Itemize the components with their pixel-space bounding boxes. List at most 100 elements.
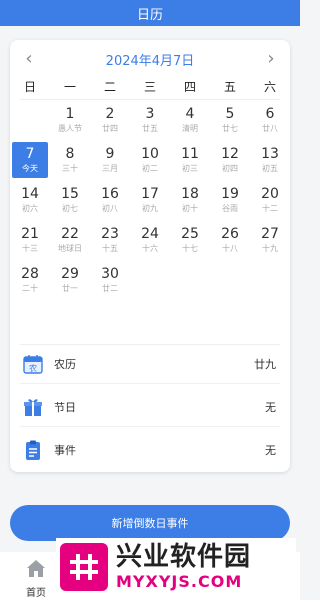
day-number: 14 (21, 186, 39, 202)
day-cell[interactable]: 22 地球日 (52, 222, 88, 258)
page-title: 日历 (136, 7, 163, 23)
day-cell[interactable]: 2 廿四 (92, 102, 128, 138)
weekday-label: 二 (103, 80, 116, 94)
day-cell[interactable]: 23 十五 (92, 222, 128, 258)
watermark-en: MYXYJS.COM (116, 572, 243, 591)
day-cell[interactable]: 18 初十 (172, 182, 208, 218)
add-countdown-event-button[interactable]: 新增倒数日事件 (10, 505, 290, 541)
info-label: 农历 (54, 358, 76, 371)
info-row-festival[interactable]: 节日 无 (20, 390, 280, 424)
calendar-card: ‹ 2024年4月7日 › 日 一 二 三 四 五 六 1 愚人节 2 廿四 3 廿五 4 清… (10, 40, 290, 472)
day-number: 17 (141, 186, 159, 202)
month-header: ‹ 2024年4月7日 › (10, 48, 290, 70)
day-lunar-label: 十二 (262, 204, 278, 213)
weekday-label: 日 (23, 80, 36, 94)
day-cell[interactable]: 16 初八 (92, 182, 128, 218)
day-number: 25 (181, 226, 199, 242)
chevron-right-icon[interactable]: › (260, 48, 282, 70)
day-lunar-label: 廿八 (262, 124, 278, 133)
day-lunar-label: 地球日 (58, 244, 82, 253)
weekday-label: 五 (223, 80, 236, 94)
day-cell[interactable]: 13 初五 (252, 142, 288, 178)
info-row-lunar[interactable]: 农 农历 廿九 (20, 347, 280, 381)
day-cell[interactable]: 5 廿七 (212, 102, 248, 138)
day-lunar-label: 廿七 (222, 124, 238, 133)
gift-icon (24, 399, 42, 416)
day-lunar-label: 十五 (102, 244, 118, 253)
nav-home-tab[interactable]: 首页 (18, 558, 54, 599)
day-number: 10 (141, 146, 159, 162)
home-icon (27, 560, 45, 577)
day-cell[interactable]: 17 初九 (132, 182, 168, 218)
nav-home-label: 首页 (26, 588, 46, 599)
day-cell[interactable]: 21 十三 (12, 222, 48, 258)
day-cell[interactable]: 24 十六 (132, 222, 168, 258)
day-cell[interactable]: 9 三月 (92, 142, 128, 178)
day-cell[interactable]: 6 廿八 (252, 102, 288, 138)
divider (20, 344, 280, 345)
day-lunar-label: 十七 (182, 244, 198, 253)
day-lunar-label: 初八 (102, 204, 118, 213)
day-cell[interactable]: 4 清明 (172, 102, 208, 138)
info-label: 节日 (54, 401, 76, 414)
day-cell[interactable]: 20 十二 (252, 182, 288, 218)
day-cell[interactable]: 30 廿二 (92, 262, 128, 298)
day-number: 18 (181, 186, 199, 202)
day-lunar-label: 廿五 (142, 124, 158, 133)
info-value: 无 (265, 444, 276, 457)
day-cell[interactable]: 15 初七 (52, 182, 88, 218)
day-lunar-label: 清明 (182, 124, 198, 133)
day-lunar-label: 廿四 (102, 124, 118, 133)
day-number: 24 (141, 226, 159, 242)
lunar-icon-glyph: 农 (29, 363, 37, 373)
weekday-header: 日 一 二 三 四 五 六 (10, 78, 290, 96)
day-cell[interactable]: 27 十九 (252, 222, 288, 258)
day-cell[interactable]: 10 初二 (132, 142, 168, 178)
day-lunar-label: 初十 (182, 204, 198, 213)
day-number: 22 (61, 226, 79, 242)
day-cell-today[interactable]: 7 今天 (12, 142, 48, 178)
day-cell[interactable]: 19 谷雨 (212, 182, 248, 218)
watermark-logo-icon (60, 543, 108, 591)
day-lunar-label: 十三 (22, 244, 38, 253)
day-cell[interactable]: 3 廿五 (132, 102, 168, 138)
day-cell[interactable]: 26 十八 (212, 222, 248, 258)
day-cell[interactable]: 25 十七 (172, 222, 208, 258)
day-cell[interactable]: 29 廿一 (52, 262, 88, 298)
day-lunar-label: 二十 (22, 284, 38, 293)
day-number: 15 (61, 186, 79, 202)
day-grid: 1 愚人节 2 廿四 3 廿五 4 清明 5 廿七 6 廿八 7 今天 8 三十 9 三月 10 初二 11 初三 12 初四… (10, 102, 290, 342)
info-row-event[interactable]: 事件 无 (20, 433, 280, 467)
watermark-cn: 兴业软件园 (116, 542, 252, 572)
day-lunar-label: 十六 (142, 244, 158, 253)
day-cell[interactable]: 12 初四 (212, 142, 248, 178)
day-number: 11 (181, 146, 199, 162)
day-cell[interactable]: 1 愚人节 (52, 102, 88, 138)
day-number: 4 (185, 106, 195, 122)
day-cell[interactable]: 14 初六 (12, 182, 48, 218)
day-cell[interactable]: 28 二十 (12, 262, 48, 298)
month-title: 2024年4月7日 (105, 54, 195, 69)
day-lunar-label: 初二 (142, 164, 158, 173)
day-number: 7 (25, 146, 35, 162)
day-number: 28 (21, 266, 39, 282)
day-number: 23 (101, 226, 119, 242)
day-number: 3 (145, 106, 155, 122)
day-lunar-label: 廿一 (62, 284, 78, 293)
day-cell[interactable]: 11 初三 (172, 142, 208, 178)
day-cell[interactable]: 8 三十 (52, 142, 88, 178)
day-number: 13 (261, 146, 279, 162)
day-number: 26 (221, 226, 239, 242)
info-value: 无 (265, 401, 276, 414)
weekday-label: 三 (143, 80, 156, 94)
day-lunar-label: 初九 (142, 204, 158, 213)
watermark: 兴业软件园 MYXYJS.COM (56, 538, 296, 596)
day-number: 16 (101, 186, 119, 202)
weekday-label: 一 (63, 80, 76, 94)
clipboard-icon (26, 440, 40, 460)
day-number: 12 (221, 146, 239, 162)
app-title-bar: 日历 (0, 0, 300, 26)
divider (20, 99, 280, 100)
day-number: 1 (65, 106, 75, 122)
day-lunar-label: 十九 (262, 244, 278, 253)
